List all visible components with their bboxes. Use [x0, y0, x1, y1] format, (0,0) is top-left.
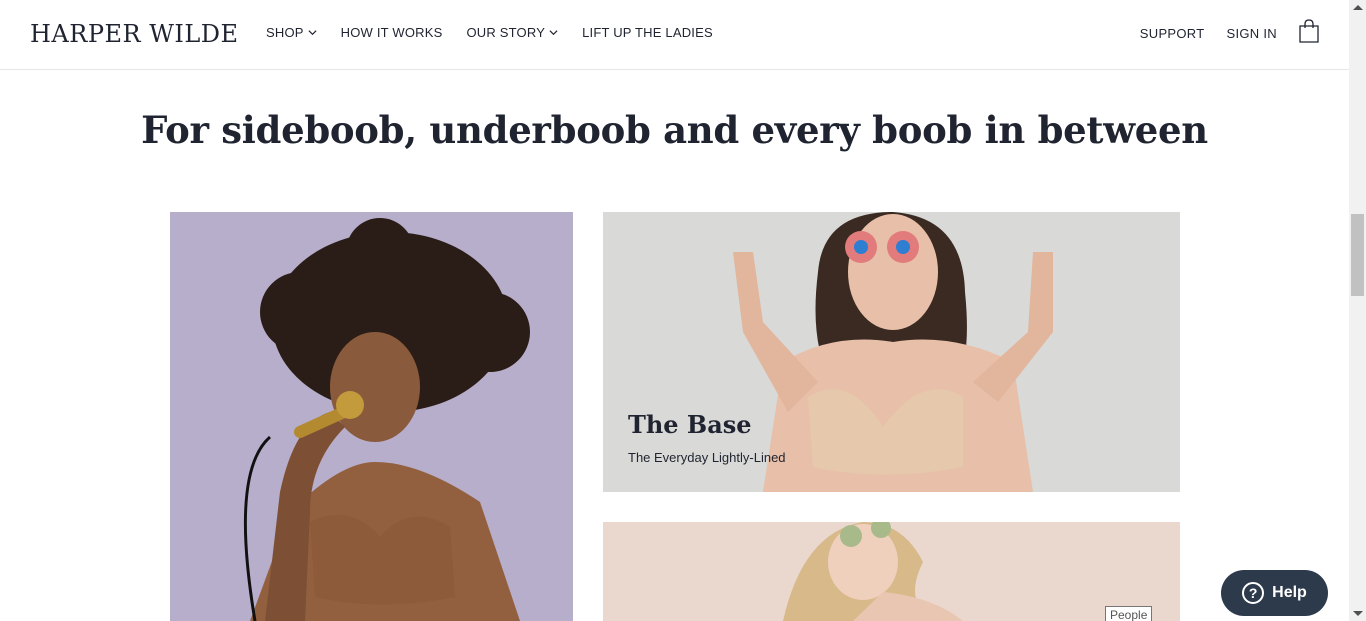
help-circle-icon: ? [1242, 582, 1265, 604]
main-nav: SHOP HOW IT WORKS OUR STORY LIFT UP THE … [266, 25, 713, 40]
tile-title: The Base [628, 410, 752, 439]
hover-tooltip: People [1105, 606, 1153, 621]
nav-our-story[interactable]: OUR STORY [466, 25, 558, 40]
sign-in-link[interactable]: SIGN IN [1227, 26, 1278, 41]
chevron-down-icon [549, 30, 558, 36]
chevron-down-icon [308, 30, 317, 36]
nav-shop-label: SHOP [266, 25, 304, 40]
nav-shop[interactable]: SHOP [266, 25, 317, 40]
shopping-bag-icon[interactable] [1298, 19, 1320, 43]
singer-photo [170, 212, 573, 621]
scroll-down-arrow[interactable] [1353, 611, 1363, 616]
nav-lift-up-the-ladies-label: LIFT UP THE LADIES [582, 25, 713, 40]
scroll-up-arrow[interactable] [1353, 5, 1363, 10]
nav-how-it-works[interactable]: HOW IT WORKS [341, 25, 443, 40]
vertical-scrollbar[interactable] [1349, 0, 1366, 621]
scrollbar-thumb[interactable] [1351, 214, 1364, 296]
cucumber-photo [603, 522, 1180, 621]
nav-how-it-works-label: HOW IT WORKS [340, 25, 443, 40]
page: HARPER WILDE SHOP HOW IT WORKS OUR STORY… [0, 0, 1366, 621]
support-link[interactable]: SUPPORT [1140, 26, 1205, 41]
utility-nav: SUPPORT SIGN IN [1140, 26, 1277, 41]
product-tile-partial[interactable] [603, 522, 1180, 621]
nav-lift-up-the-ladies[interactable]: LIFT UP THE LADIES [582, 25, 713, 40]
tile-subtitle: The Everyday Lightly-Lined [628, 450, 786, 465]
nav-our-story-label: OUR STORY [466, 25, 546, 40]
help-label: Help [1272, 584, 1307, 601]
site-header: HARPER WILDE SHOP HOW IT WORKS OUR STORY… [0, 0, 1349, 70]
page-headline: For sideboob, underboob and every boob i… [141, 108, 1208, 152]
product-tile-strapless[interactable] [170, 212, 573, 621]
brand-logo[interactable]: HARPER WILDE [30, 20, 239, 48]
help-button[interactable]: ? Help [1221, 570, 1328, 616]
product-tile-the-base[interactable]: The Base The Everyday Lightly-Lined [603, 212, 1180, 492]
